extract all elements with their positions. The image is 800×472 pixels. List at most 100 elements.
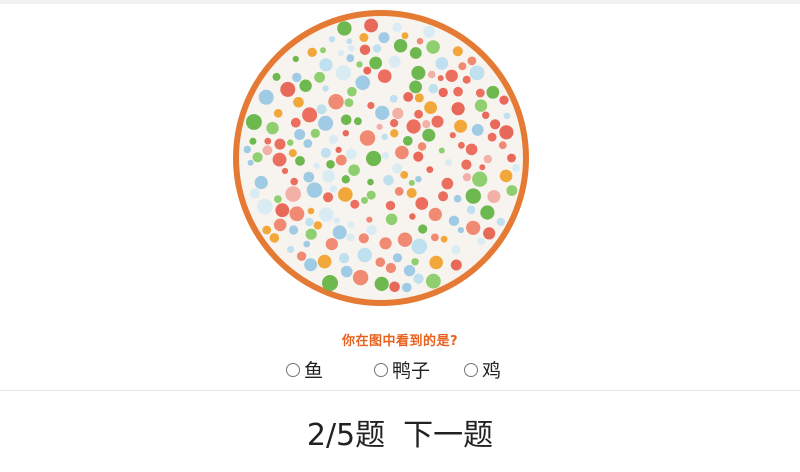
plate-dot — [426, 166, 434, 174]
plate-dot — [438, 87, 448, 98]
plate-dot — [429, 255, 443, 270]
plate-dot — [390, 129, 399, 138]
plate-dot — [366, 190, 376, 200]
plate-dot — [249, 137, 257, 145]
plate-dot — [348, 164, 360, 176]
option-fish[interactable]: 鱼 — [286, 356, 323, 383]
plate-dot — [335, 146, 342, 153]
next-question-button[interactable]: 下一题 — [403, 410, 493, 454]
question-text: 你在图中看到的是? — [341, 334, 459, 349]
plate-dot — [381, 133, 388, 141]
plate-dot — [319, 58, 333, 72]
option-label-duck: 鸭子 — [392, 360, 431, 382]
plate-dot — [458, 141, 465, 149]
plate-dot — [483, 227, 496, 240]
plate-dot — [302, 107, 318, 123]
plate-dot — [318, 115, 334, 131]
plate-dot — [392, 163, 403, 174]
plate-dot — [379, 237, 392, 250]
plate-dot — [437, 75, 444, 82]
plate-dot — [247, 159, 254, 166]
plate-dot — [389, 281, 400, 293]
plate-dot — [359, 130, 376, 146]
plate-dot — [249, 188, 260, 199]
plate-dot — [383, 174, 394, 186]
plate-dot — [367, 178, 374, 186]
option-duck[interactable]: 鸭子 — [374, 356, 430, 383]
plate-dot — [328, 134, 338, 144]
quiz-page: 你在图中看到的是? 鱼 鸭子 鸡 2/5题 下一题 — [0, 0, 800, 472]
plate-dot — [347, 221, 355, 229]
plate-dot — [431, 233, 439, 242]
plate-dot — [483, 154, 492, 164]
plate-dot — [482, 111, 490, 119]
plate-dot — [339, 253, 350, 264]
plate-dot — [246, 114, 262, 130]
plate-dot — [397, 232, 413, 247]
plate-dot — [322, 169, 335, 183]
plate-dot — [461, 159, 472, 170]
plate-dot — [438, 147, 445, 154]
plate-dot — [289, 225, 299, 235]
plate-dot — [409, 47, 422, 59]
plate-dot — [352, 269, 369, 286]
radio-circle-icon[interactable] — [286, 362, 300, 377]
plate-dot — [319, 207, 334, 222]
plate-dot — [385, 200, 396, 211]
plate-dot — [403, 92, 414, 102]
plate-dot — [358, 233, 369, 244]
plate-dot — [273, 218, 287, 232]
plate-dot — [431, 115, 444, 128]
radio-circle-icon[interactable] — [374, 362, 388, 377]
plate-dot — [326, 160, 335, 169]
plate-dot — [496, 217, 505, 226]
plate-dot — [347, 86, 357, 97]
plate-dot — [499, 125, 514, 140]
plate-dot — [409, 80, 422, 94]
plate-dot — [376, 123, 383, 130]
plate-dot — [333, 217, 340, 224]
plate-dot — [303, 139, 313, 148]
plate-dot — [367, 101, 375, 110]
plate-dot — [328, 94, 344, 110]
plate-dot — [392, 107, 404, 119]
plate-dot — [381, 151, 389, 160]
plate-dot — [359, 44, 371, 55]
plate-dot — [411, 258, 419, 266]
plate-dot — [403, 264, 416, 277]
plate-dot — [345, 148, 357, 160]
plate-dot — [272, 72, 281, 81]
plate-dot — [313, 162, 320, 169]
plate-dot — [406, 188, 417, 198]
plate-dot — [403, 136, 413, 146]
color-blind-test-plate — [218, 8, 548, 308]
plate-dot — [274, 138, 286, 150]
plate-dot — [325, 238, 338, 251]
plate-dot — [252, 152, 263, 163]
plate-dot — [272, 152, 287, 167]
plate-dot — [254, 175, 268, 190]
plate-dot — [335, 154, 347, 166]
plate-dot — [498, 141, 507, 150]
plate-dot — [366, 225, 377, 236]
plate-dot — [314, 71, 325, 83]
plate-dot — [465, 143, 478, 156]
plate-dot — [320, 47, 326, 54]
radio-circle-icon[interactable] — [464, 362, 478, 377]
plate-dot — [390, 119, 399, 128]
plate-dot — [445, 69, 458, 82]
plate-dot — [257, 198, 273, 215]
plate-dot — [413, 151, 424, 162]
plate-dot — [262, 145, 273, 156]
quiz-footer: 2/5题 下一题 — [0, 391, 800, 472]
plate-dot — [385, 213, 398, 226]
plate-dot — [472, 171, 488, 187]
plate-dot — [369, 56, 383, 70]
plate-dot — [465, 188, 481, 204]
plate-dot — [322, 85, 329, 92]
plate-dot — [366, 150, 382, 167]
plate-dot — [466, 205, 476, 215]
plate-dot — [378, 32, 390, 44]
option-chicken[interactable]: 鸡 — [464, 356, 501, 383]
plate-dot — [435, 57, 449, 70]
